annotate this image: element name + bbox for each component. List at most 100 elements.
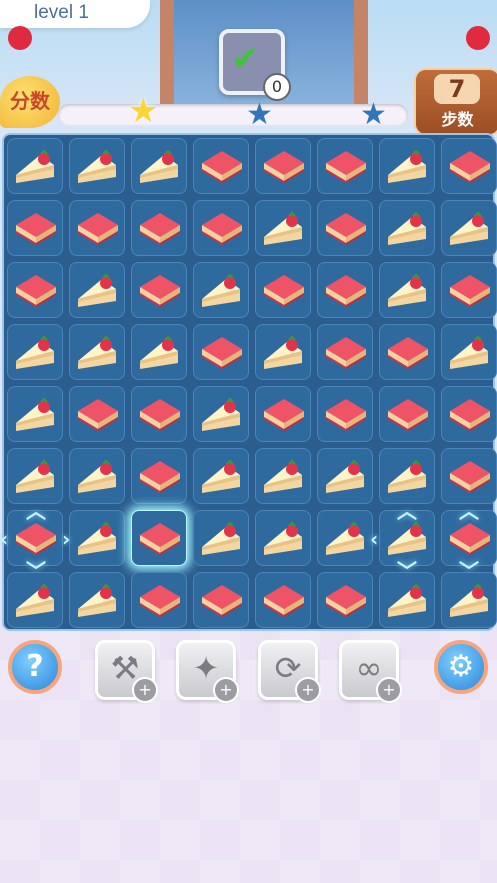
- board-cell[interactable]: [441, 386, 497, 442]
- board-cell[interactable]: [317, 324, 373, 380]
- gear-icon: ⚙: [447, 649, 475, 684]
- cheesecake-piece: [78, 459, 116, 493]
- settings-button[interactable]: ⚙: [434, 640, 488, 694]
- cheesecake-piece: [264, 459, 302, 493]
- board-cell[interactable]: [7, 262, 63, 318]
- cheesecake-piece: [264, 335, 302, 369]
- board-cell[interactable]: [69, 262, 125, 318]
- board-cell[interactable]: [193, 572, 249, 628]
- board-cell[interactable]: [379, 138, 435, 194]
- board-cell[interactable]: [193, 324, 249, 380]
- moves-counter: 7 步数: [414, 68, 497, 136]
- board-cell[interactable]: [317, 200, 373, 256]
- strawberry-cube-piece: [388, 399, 428, 431]
- board-cell[interactable]: [69, 572, 125, 628]
- strawberry-cube-piece: [16, 275, 56, 307]
- board-cell[interactable]: [131, 510, 187, 566]
- cheesecake-piece: [16, 583, 54, 617]
- board-cell[interactable]: [255, 138, 311, 194]
- strawberry-cube-piece: [326, 399, 366, 431]
- board-cell[interactable]: [379, 386, 435, 442]
- board-cell[interactable]: [441, 200, 497, 256]
- strawberry-cube-piece: [140, 213, 180, 245]
- board-cell[interactable]: [379, 324, 435, 380]
- cheesecake-piece: [78, 335, 116, 369]
- board-cell[interactable]: [69, 386, 125, 442]
- hint-chevron-icon: ‹: [370, 527, 379, 551]
- board-cell[interactable]: [255, 200, 311, 256]
- board-cell[interactable]: [7, 138, 63, 194]
- board-cell[interactable]: [441, 324, 497, 380]
- board-cell[interactable]: [255, 386, 311, 442]
- board-cell[interactable]: [255, 324, 311, 380]
- strawberry-cube-piece: [326, 213, 366, 245]
- board-cell[interactable]: [131, 324, 187, 380]
- cheesecake-piece: [388, 459, 426, 493]
- board-cell[interactable]: [441, 138, 497, 194]
- strawberry-cube-piece: [78, 213, 118, 245]
- board-cell[interactable]: [69, 448, 125, 504]
- hammer-tool-button[interactable]: ⚒ +: [95, 640, 158, 703]
- strawberry-cube-piece: [450, 399, 490, 431]
- board-cell[interactable]: [379, 200, 435, 256]
- board-cell[interactable]: [69, 200, 125, 256]
- board-cell[interactable]: [69, 510, 125, 566]
- board-cell[interactable]: [193, 386, 249, 442]
- board-cell[interactable]: [131, 572, 187, 628]
- board-cell[interactable]: [193, 448, 249, 504]
- board-cell[interactable]: [255, 448, 311, 504]
- board-cell[interactable]: [255, 572, 311, 628]
- cheesecake-piece: [78, 583, 116, 617]
- magic-wand-tool-button[interactable]: ✦ +: [176, 640, 239, 703]
- board-cell[interactable]: [317, 510, 373, 566]
- score-progress-bar: [58, 104, 408, 126]
- strawberry-cube-piece: [16, 523, 56, 555]
- strawberry-cube-piece: [264, 151, 304, 183]
- infinite-tool-button[interactable]: ∞ +: [339, 640, 402, 703]
- board-cell[interactable]: [7, 200, 63, 256]
- cheesecake-piece: [388, 583, 426, 617]
- board-cell[interactable]: [441, 262, 497, 318]
- board-cell[interactable]: [131, 138, 187, 194]
- add-icon: +: [132, 677, 158, 703]
- help-button[interactable]: ?: [8, 640, 62, 694]
- strawberry-cube-piece: [202, 337, 242, 369]
- strawberry-cube-piece: [264, 275, 304, 307]
- board-cell[interactable]: [317, 262, 373, 318]
- shuffle-tool-button[interactable]: ⟳ +: [258, 640, 321, 703]
- add-icon: +: [213, 677, 239, 703]
- board-cell[interactable]: [255, 262, 311, 318]
- board-cell[interactable]: [7, 386, 63, 442]
- strawberry-cube-piece: [388, 337, 428, 369]
- strawberry-cube-piece: [450, 151, 490, 183]
- board-cell[interactable]: [379, 262, 435, 318]
- gold-star-icon: ★: [128, 91, 159, 131]
- board-cell[interactable]: [317, 572, 373, 628]
- strawberry-cube-piece: [326, 275, 366, 307]
- board-cell[interactable]: [317, 448, 373, 504]
- hint-chevron-icon: ‹: [0, 527, 9, 551]
- cherry-decoration-left: [8, 26, 32, 50]
- board-cell[interactable]: [317, 386, 373, 442]
- board-cell[interactable]: [131, 200, 187, 256]
- board-cell[interactable]: [69, 138, 125, 194]
- cheesecake-piece: [16, 459, 54, 493]
- board-cell[interactable]: [193, 262, 249, 318]
- strawberry-cube-piece: [450, 461, 490, 493]
- cheesecake-piece: [450, 211, 488, 245]
- board-cell[interactable]: [131, 448, 187, 504]
- board-cell[interactable]: [7, 324, 63, 380]
- cheesecake-piece: [388, 149, 426, 183]
- board-cell[interactable]: [193, 200, 249, 256]
- board-cell[interactable]: [193, 138, 249, 194]
- board-cell[interactable]: [255, 510, 311, 566]
- blue-star-icon: ★: [246, 97, 273, 132]
- board-cell[interactable]: [193, 510, 249, 566]
- cheesecake-piece: [388, 521, 426, 555]
- board-cell[interactable]: [69, 324, 125, 380]
- board-cell[interactable]: [131, 262, 187, 318]
- cheesecake-piece: [388, 211, 426, 245]
- board-cell[interactable]: [131, 386, 187, 442]
- moves-label: 步数: [441, 110, 474, 129]
- board-cell[interactable]: [317, 138, 373, 194]
